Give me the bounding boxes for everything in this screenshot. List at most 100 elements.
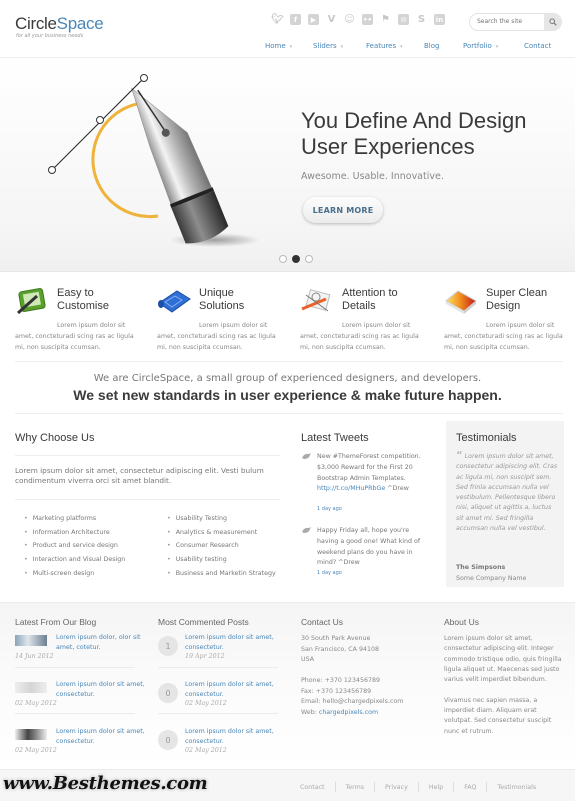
blueprint-icon [158,290,191,313]
why-choose-us-text: Lorem ipsum dolor sit amet, consectetur … [15,466,264,485]
twitter-bird-icon [302,527,311,533]
skype-icon[interactable]: S [416,14,427,25]
about-us-title: About Us [444,617,479,627]
hero-title-line2: User Experiences [301,134,475,159]
divider [15,713,135,714]
testimonial-company: Some Company Name [456,575,527,582]
blog-post-date: 02 May 2012 [15,700,57,707]
watermark: www.Besthemes.com [3,773,208,794]
list-item: Product and service design [24,542,125,556]
footer-link-testimonials[interactable]: Testimonials [497,784,536,791]
twitter-icon[interactable]: 🐦︎ [271,14,284,25]
nav-sliders[interactable]: Sliders ▾ [313,42,343,50]
footer-link-privacy[interactable]: Privacy [385,784,408,791]
footer-link-terms[interactable]: Terms [346,784,365,791]
vimeo-icon[interactable]: V [326,14,337,25]
commented-post-date: 02 May 2012 [185,747,227,754]
phone: Phone: +370 123456789 [301,677,380,684]
nav-features[interactable]: Features ▾ [366,42,403,50]
hero-slider: You Define And Design User Experiences A… [0,58,575,272]
list-item: Consumer Research [167,542,276,556]
search-input[interactable] [477,18,542,25]
commented-post-link[interactable]: Lorem ipsum dolor sit amet, consectetur. [185,680,285,699]
footer-link-help[interactable]: Help [429,784,443,791]
web-label: Web: [301,708,319,716]
about-paragraph: Lorem ipsum dolor sit amet, consectetur … [444,635,562,684]
blog-post-link[interactable]: Lorem ipsum dolor sit amet, consectetur. [56,680,146,699]
feature-text: Lorem ipsum dolor sit amet, concteturadi… [157,322,276,351]
separator [334,782,336,792]
about-us-text: Lorem ipsum dolor sit amet, consectetur … [444,634,566,737]
address-line: USA [301,656,315,663]
main-nav: Home ▾ Sliders ▾ Features ▾ Blog Portfolio ▾… [0,42,575,54]
stumbleupon-icon[interactable]: ☺ [344,14,355,25]
feature-title: Attention to Details [342,287,442,313]
website-link[interactable]: chargedpixels.com [319,709,378,716]
slide-dot-1[interactable] [279,255,287,263]
chevron-down-icon: ▾ [340,44,344,50]
tweet-text: New #ThemeForest competition. $3,000 Rew… [317,452,431,495]
tweet-body: New #ThemeForest competition. $3,000 Rew… [317,453,421,482]
pen-tool-illustration [48,74,260,247]
about-paragraph: Vivamus nec sapien massa, a imperdiet di… [444,696,552,735]
address-line: San Francisco, CA 94108 [301,645,379,653]
list-item: Information Architecture [24,529,125,543]
nav-home[interactable]: Home ▾ [265,42,292,50]
slide-dot-2[interactable] [292,255,300,263]
feature-title: Unique Solutions [199,287,299,313]
feature-title: Super Clean Design [486,287,575,313]
separator [417,782,419,792]
list-item: Multi-screen design [24,570,125,584]
tweet-text: Happy Friday all, hope you're having a g… [317,527,421,567]
logo[interactable]: CircleSpace [15,14,104,34]
feature-title: Easy to Customise [57,287,157,313]
commented-post-link[interactable]: Lorem ipsum dolor sit amet, consectetur. [185,633,285,652]
blog-thumbnail[interactable] [15,682,47,693]
email-icon[interactable]: ✉ [398,14,409,25]
divider [158,667,278,668]
tagline: for all your business needs [16,33,84,39]
search-button[interactable] [544,14,561,30]
youtube-icon[interactable]: ▶ [308,14,319,25]
feature-title-line2: Design [486,300,521,312]
search-icon [548,18,557,26]
feature-text: Lorem ipsum dolor sit amet, concteturadi… [444,322,563,351]
blog-post-link[interactable]: Lorem ipsum dolor sit amet, consectetur. [56,727,146,746]
separator [453,782,455,792]
footer-links: Contact Terms Privacy Help FAQ Testimoni… [300,782,536,792]
tweet-date[interactable]: 1 day ago [317,506,342,512]
divider [15,499,280,500]
facebook-icon[interactable]: f [290,14,301,25]
tweet-date[interactable]: 1 day ago [317,570,342,576]
tweet-link[interactable]: http://t.co/MHuPRbGe [317,485,385,492]
latest-tweets-title: Latest Tweets [301,432,369,444]
slide-dot-3[interactable] [305,255,313,263]
comment-count-badge: 0 [158,730,178,750]
testimonials-title: Testimonials [456,432,517,444]
divider [15,667,135,668]
footer-link-contact[interactable]: Contact [300,784,325,791]
site-header: CircleSpace for all your business needs … [0,0,575,58]
list-item: Interaction and Visual Design [24,556,126,570]
delicious-icon[interactable]: ⚑ [380,14,391,25]
nav-contact[interactable]: Contact [524,42,551,50]
logo-text-circle: Circle [15,14,57,33]
comment-count-badge: 0 [158,683,178,703]
learn-more-button[interactable]: LEARN MORE [303,197,383,223]
list-item: Usability testing [167,556,276,570]
flickr-icon[interactable]: •• [362,14,373,25]
chevron-down-icon: ▾ [400,44,403,50]
blog-thumbnail[interactable] [15,635,47,646]
quote-mark-icon: “ [456,450,463,461]
nav-portfolio[interactable]: Portfolio ▾ [463,42,498,50]
blog-thumbnail[interactable] [15,729,47,740]
footer-link-faq[interactable]: FAQ [464,784,476,791]
list-item: Marketing platforms [24,515,125,529]
nav-label: Features [366,42,397,50]
linkedin-icon[interactable]: in [434,14,445,25]
commented-post-link[interactable]: Lorem ipsum dolor sit amet, consectetur. [185,727,285,746]
nav-blog[interactable]: Blog [424,42,439,50]
blog-post-link[interactable]: Lorem ipsum dolor, olor sit amet, cotetu… [56,633,146,652]
nav-label: Portfolio [463,42,492,50]
blog-post-date: 02 May 2012 [15,747,57,754]
